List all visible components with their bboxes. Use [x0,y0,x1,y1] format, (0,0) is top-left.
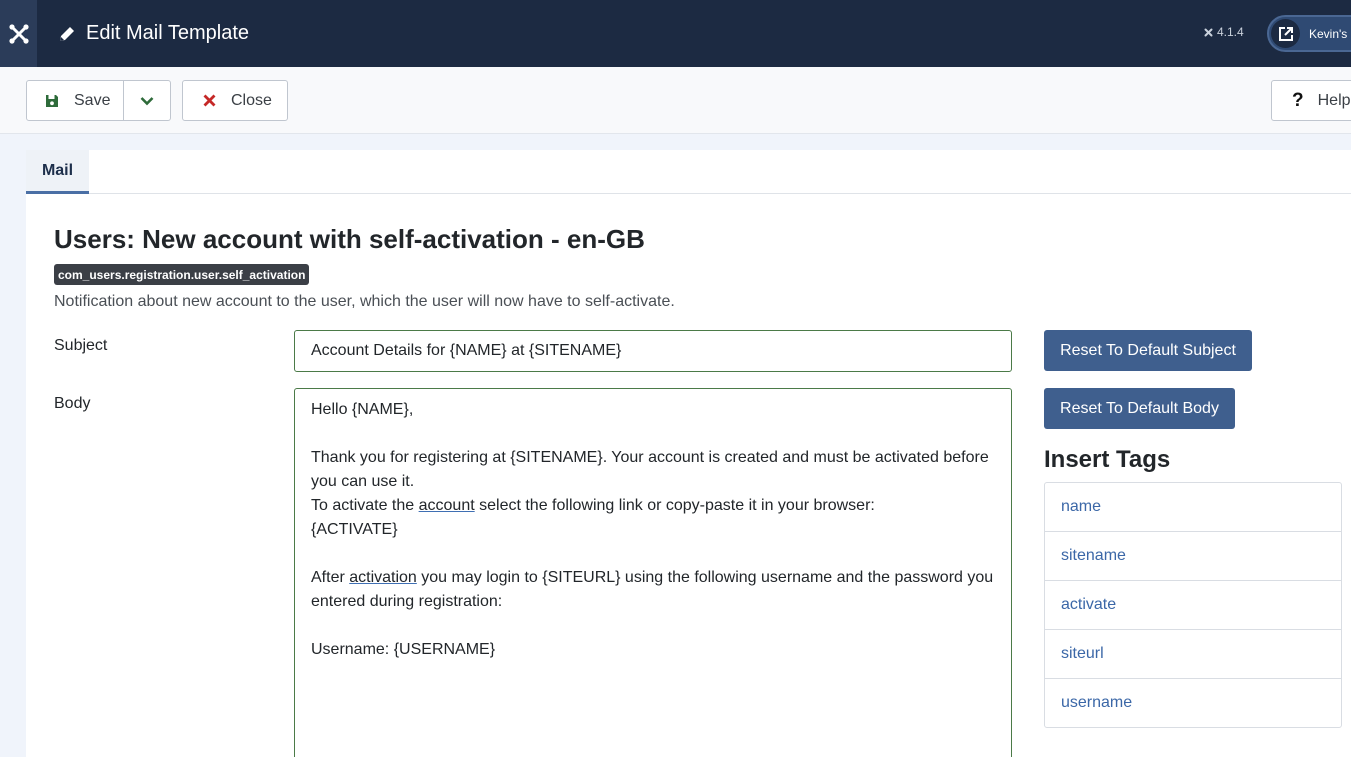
spellcheck-word: account [418,497,475,514]
tab-mail[interactable]: Mail [26,150,89,194]
close-icon [203,94,216,107]
body-label: Body [54,395,91,412]
chevron-down-icon [140,96,154,105]
version-badge: 4.1.4 [1203,25,1244,39]
reset-default-subject-button[interactable]: Reset To Default Subject [1044,330,1252,371]
mail-template-card: Mail Users: New account with self-activa… [26,150,1351,757]
body-text: To activate the [311,497,419,514]
save-icon [46,94,58,107]
subject-input[interactable]: Account Details for {NAME} at {SITENAME} [294,330,1012,372]
body-line: {ACTIVATE} [311,521,398,538]
pencil-icon [60,26,74,41]
template-description: Notification about new account to the us… [54,293,675,310]
body-textarea[interactable]: Hello {NAME}, Thank you for registering … [294,388,1012,757]
close-label: Close [231,91,272,109]
help-button[interactable]: ? Help [1271,80,1351,121]
save-options-dropdown[interactable] [124,81,170,120]
version-text: 4.1.4 [1217,25,1244,39]
spellcheck-word: activation [349,569,417,586]
header-title-text: Edit Mail Template [86,22,250,44]
page-header-title: Edit Mail Template [57,0,249,67]
save-label: Save [74,91,111,109]
body-line: After activation you may login to {SITEU… [311,566,995,614]
body-text: After [311,569,350,586]
body-line: To activate the account select the follo… [311,494,995,518]
body-line [311,422,995,446]
toolbar: Save Close ? Help [0,67,1351,134]
question-icon: ? [1292,89,1304,111]
header-bar: Edit Mail Template 4.1.4 Kevin's E [0,0,1351,67]
body-line [311,614,995,638]
tag-item-name[interactable]: name [1045,483,1341,532]
template-key-badge: com_users.registration.user.self_activat… [54,264,310,285]
tag-item-activate[interactable]: activate [1045,581,1341,630]
user-site-link[interactable]: Kevin's E [1267,15,1351,52]
tag-item-username[interactable]: username [1045,679,1341,727]
save-button-group: Save [26,80,171,121]
tab-bar: Mail [26,150,1351,194]
subject-label: Subject [54,337,108,354]
body-line [311,542,995,566]
body-line: Thank you for registering at {SITENAME}.… [311,449,994,490]
save-button[interactable]: Save [27,81,124,120]
template-title: Users: New account with self-activation … [54,224,645,254]
tag-item-sitename[interactable]: sitename [1045,532,1341,581]
body-line: Hello {NAME}, [311,401,414,418]
external-link-icon [1271,19,1300,48]
user-site-label: Kevin's E [1309,26,1351,41]
help-label: Help [1317,91,1351,109]
insert-tags-heading: Insert Tags [1044,446,1171,473]
insert-tags-list: name sitename activate siteurl username [1044,482,1342,728]
body-line: Username: {USERNAME} [311,641,496,658]
reset-default-body-button[interactable]: Reset To Default Body [1044,388,1235,429]
joomla-logo-icon[interactable] [0,0,37,67]
body-text: select the following link or copy-paste … [474,497,875,514]
tag-item-siteurl[interactable]: siteurl [1045,630,1341,679]
close-button[interactable]: Close [182,80,288,121]
joomla-small-icon [1204,28,1213,36]
